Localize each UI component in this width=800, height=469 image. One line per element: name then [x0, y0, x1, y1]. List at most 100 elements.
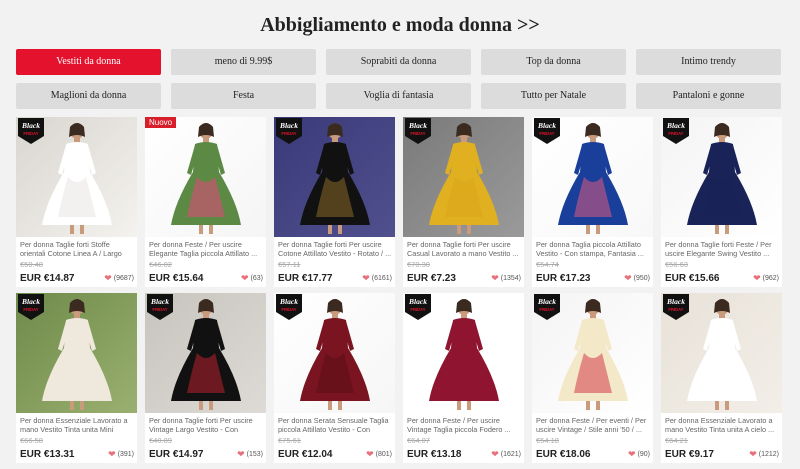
likes-count[interactable]: ❤ (1354): [491, 274, 521, 283]
product-description[interactable]: Per donna Taglie forti Per uscire Casual…: [407, 240, 521, 258]
product-price: EUR €12.04: [278, 449, 333, 460]
product-description[interactable]: Per donna Taglie forti Feste / Per uscir…: [665, 240, 779, 258]
product-image-wrap[interactable]: Black FRIDAY: [274, 117, 395, 237]
product-description[interactable]: Per donna Taglie forti Stoffe orientali …: [20, 240, 134, 258]
product-image-wrap[interactable]: Black FRIDAY: [145, 293, 266, 413]
heart-icon[interactable]: ❤: [624, 274, 632, 283]
likes-count[interactable]: ❤ (962): [753, 274, 779, 283]
black-friday-badge: Black FRIDAY: [534, 118, 560, 144]
product-card[interactable]: Black FRIDAY Per donna Essenziale Lavora…: [661, 293, 782, 463]
category-button[interactable]: Tutto per Natale: [481, 83, 626, 109]
badge-black-text: Black: [537, 121, 556, 130]
heart-icon[interactable]: ❤: [237, 450, 245, 459]
product-description[interactable]: Per donna Feste / Per uscire Vintage Tag…: [407, 416, 521, 434]
product-description[interactable]: Per donna Taglie forti Per uscire Vintag…: [149, 416, 263, 434]
heart-icon[interactable]: ❤: [366, 450, 374, 459]
heart-icon[interactable]: ❤: [491, 274, 499, 283]
product-grid: Black FRIDAY Per donna Taglie forti Stof…: [16, 117, 784, 469]
likes-value: (801): [375, 451, 392, 458]
category-button[interactable]: Maglioni da donna: [16, 83, 161, 109]
badge-black-text: Black: [666, 121, 685, 130]
product-price: EUR €9.17: [665, 449, 714, 460]
heart-icon[interactable]: ❤: [753, 274, 761, 283]
heart-icon[interactable]: ❤: [491, 450, 499, 459]
likes-count[interactable]: ❤ (391): [108, 450, 134, 459]
product-card[interactable]: Black FRIDAY Per donna Taglie forti Per …: [145, 293, 266, 463]
category-button[interactable]: Festa: [171, 83, 316, 109]
product-card[interactable]: Black FRIDAY Per donna Serata Sensuale T…: [274, 293, 395, 463]
product-image-wrap[interactable]: Black FRIDAY: [403, 293, 524, 413]
product-description[interactable]: Per donna Essenziale Lavorato a mano Ves…: [20, 416, 134, 434]
product-description[interactable]: Per donna Feste / Per uscire Elegante Ta…: [149, 240, 263, 258]
original-price: €40.89: [149, 436, 172, 445]
product-image: [145, 117, 266, 237]
product-price: EUR €14.87: [20, 273, 75, 284]
likes-count[interactable]: ❤ (1621): [491, 450, 521, 459]
product-description[interactable]: Per donna Essenziale Lavorato a mano Ves…: [665, 416, 779, 434]
category-button[interactable]: Top da donna: [481, 49, 626, 75]
product-card[interactable]: Black FRIDAY Per donna Feste / Per event…: [532, 293, 653, 463]
category-button[interactable]: Pantaloni e gonne: [636, 83, 781, 109]
product-image-wrap[interactable]: Black FRIDAY: [403, 117, 524, 237]
heart-icon[interactable]: ❤: [104, 274, 112, 283]
likes-count[interactable]: ❤ (6161): [362, 274, 392, 283]
black-friday-badge: Black FRIDAY: [405, 118, 431, 144]
badge-friday-text: FRIDAY: [410, 131, 425, 136]
heart-icon[interactable]: ❤: [749, 450, 757, 459]
original-price: €54.74: [536, 260, 559, 269]
heart-icon[interactable]: ❤: [628, 450, 636, 459]
page-title[interactable]: Abbigliamento e moda donna >>: [0, 14, 800, 37]
product-image-wrap[interactable]: Black FRIDAY: [532, 293, 653, 413]
product-description[interactable]: Per donna Feste / Per eventi / Per uscir…: [536, 416, 650, 434]
product-card[interactable]: Black FRIDAY Per donna Taglia piccola At…: [532, 117, 653, 287]
badge-black-text: Black: [408, 297, 427, 306]
black-friday-badge: Black FRIDAY: [663, 118, 689, 144]
category-button[interactable]: Voglia di fantasia: [326, 83, 471, 109]
product-description[interactable]: Per donna Taglia piccola Attillato Vesti…: [536, 240, 650, 258]
product-card[interactable]: Black FRIDAY Per donna Feste / Per uscir…: [403, 293, 524, 463]
product-image-wrap[interactable]: Black FRIDAY: [16, 117, 137, 237]
heart-icon[interactable]: ❤: [108, 450, 116, 459]
product-image-wrap[interactable]: Black FRIDAY: [274, 293, 395, 413]
product-image-wrap[interactable]: Nuovo: [145, 117, 266, 237]
likes-count[interactable]: ❤ (1212): [749, 450, 779, 459]
black-friday-badge: Black FRIDAY: [276, 118, 302, 144]
original-price: €57.11: [278, 260, 301, 269]
product-description[interactable]: Per donna Serata Sensuale Taglia piccola…: [278, 416, 392, 434]
original-price: €75.61: [278, 436, 301, 445]
product-card[interactable]: Black FRIDAY Per donna Taglie forti Stof…: [16, 117, 137, 287]
product-image-wrap[interactable]: Black FRIDAY: [661, 293, 782, 413]
category-button[interactable]: Soprabiti da donna: [326, 49, 471, 75]
product-price: EUR €18.06: [536, 449, 591, 460]
likes-value: (950): [633, 275, 650, 282]
likes-count[interactable]: ❤ (90): [628, 450, 650, 459]
product-image-wrap[interactable]: Black FRIDAY: [661, 117, 782, 237]
product-price: EUR €17.23: [536, 273, 591, 284]
category-button[interactable]: Intimo trendy: [636, 49, 781, 75]
likes-count[interactable]: ❤ (801): [366, 450, 392, 459]
category-button[interactable]: Vestiti da donna: [16, 49, 161, 75]
badge-black-text: Black: [150, 297, 169, 306]
product-image-wrap[interactable]: Black FRIDAY: [532, 117, 653, 237]
heart-icon[interactable]: ❤: [241, 274, 249, 283]
badge-black-text: Black: [537, 297, 556, 306]
likes-value: (9687): [113, 275, 134, 282]
likes-value: (962): [762, 275, 779, 282]
likes-count[interactable]: ❤ (950): [624, 274, 650, 283]
likes-value: (391): [117, 451, 134, 458]
product-description[interactable]: Per donna Taglie forti Per uscire Cotone…: [278, 240, 392, 258]
likes-count[interactable]: ❤ (153): [237, 450, 263, 459]
badge-friday-text: FRIDAY: [539, 131, 554, 136]
product-card[interactable]: Black FRIDAY Per donna Essenziale Lavora…: [16, 293, 137, 463]
likes-count[interactable]: ❤ (9687): [104, 274, 134, 283]
heart-icon[interactable]: ❤: [362, 274, 370, 283]
category-button[interactable]: meno di 9.99$: [171, 49, 316, 75]
product-card[interactable]: Nuovo Per donna Feste / Per uscire Elega…: [145, 117, 266, 287]
product-image-wrap[interactable]: Black FRIDAY: [16, 293, 137, 413]
likes-count[interactable]: ❤ (63): [241, 274, 263, 283]
black-friday-badge: Black FRIDAY: [663, 294, 689, 320]
product-card[interactable]: Black FRIDAY Per donna Taglie forti Per …: [274, 117, 395, 287]
product-card[interactable]: Black FRIDAY Per donna Taglie forti Per …: [403, 117, 524, 287]
badge-friday-text: FRIDAY: [152, 307, 167, 312]
product-card[interactable]: Black FRIDAY Per donna Taglie forti Fest…: [661, 117, 782, 287]
